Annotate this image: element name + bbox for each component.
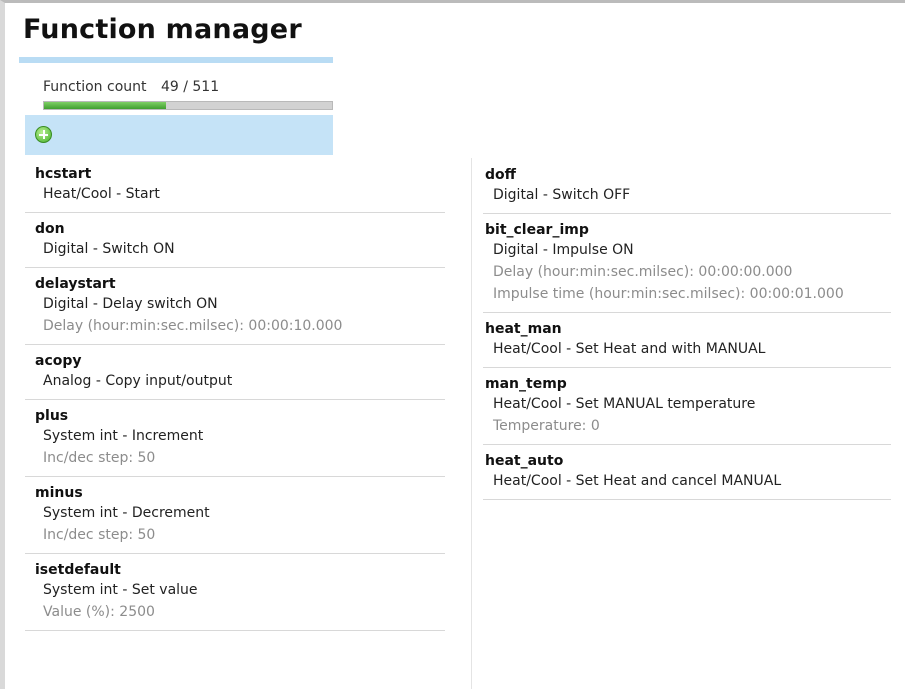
function-list-right: doff Digital - Switch OFF bit_clear_imp Dig… — [483, 159, 893, 500]
toolbar — [25, 115, 333, 155]
function-description: Digital - Delay switch ON — [43, 296, 218, 312]
function-name: acopy — [35, 353, 82, 369]
function-count: Function count 49 / 511 — [43, 79, 219, 95]
title-underline — [19, 57, 333, 63]
function-name: hcstart — [35, 166, 92, 182]
function-parameter: Temperature: 0 — [493, 418, 600, 434]
function-description: Analog - Copy input/output — [43, 373, 233, 389]
header: Function manager — [19, 13, 339, 63]
function-count-value: 49 / 511 — [160, 79, 220, 95]
function-item-don[interactable]: don Digital - Switch ON — [25, 213, 445, 268]
function-item-hcstart[interactable]: hcstart Heat/Cool - Start — [25, 158, 445, 213]
function-name: delaystart — [35, 276, 116, 292]
function-name: minus — [35, 485, 83, 501]
function-name: man_temp — [485, 376, 567, 392]
function-description: Heat/Cool - Set MANUAL temperature — [493, 396, 756, 412]
function-item-minus[interactable]: minus System int - Decrement Inc/dec step:… — [25, 477, 445, 554]
function-item-isetdefault[interactable]: isetdefault System int - Set value Value (… — [25, 554, 445, 631]
function-count-label: Function count — [43, 79, 147, 95]
function-description: System int - Increment — [43, 428, 204, 444]
function-name: isetdefault — [35, 562, 121, 578]
function-manager-window: Function manager Function count 49 / 511… — [0, 0, 905, 689]
function-name: plus — [35, 408, 69, 424]
function-count-progress-bar — [43, 101, 333, 110]
function-name: heat_man — [485, 321, 562, 337]
function-name: doff — [485, 167, 516, 183]
function-item-heat_man[interactable]: heat_man Heat/Cool - Set Heat and with MA… — [483, 313, 891, 368]
function-item-heat_auto[interactable]: heat_auto Heat/Cool - Set Heat and cancel… — [483, 445, 891, 500]
function-parameter: Delay (hour:min:sec.milsec): 00:00:00.00… — [493, 264, 793, 280]
function-item-delaystart[interactable]: delaystart Digital - Delay switch ON Delay… — [25, 268, 445, 345]
function-description: Digital - Switch ON — [43, 241, 175, 257]
function-description: Digital - Switch OFF — [493, 187, 631, 203]
function-name: heat_auto — [485, 453, 564, 469]
add-circle-icon[interactable] — [35, 126, 52, 143]
function-item-bit_clear_imp[interactable]: bit_clear_imp Digital - Impulse ON Delay (… — [483, 214, 891, 313]
function-description: Heat/Cool - Set Heat and cancel MANUAL — [493, 473, 782, 489]
function-list-left: hcstart Heat/Cool - Start don Digital - Swi… — [25, 158, 472, 689]
function-description: System int - Decrement — [43, 505, 210, 521]
function-description: Heat/Cool - Start — [43, 186, 160, 202]
function-parameter: Inc/dec step: 50 — [43, 450, 156, 466]
function-item-man_temp[interactable]: man_temp Heat/Cool - Set MANUAL temperatu… — [483, 368, 891, 445]
function-description: Digital - Impulse ON — [493, 242, 634, 258]
function-parameter: Delay (hour:min:sec.milsec): 00:00:10.00… — [43, 318, 343, 334]
function-name: bit_clear_imp — [485, 222, 589, 238]
function-item-doff[interactable]: doff Digital - Switch OFF — [483, 159, 891, 214]
function-item-plus[interactable]: plus System int - Increment Inc/dec step: … — [25, 400, 445, 477]
function-name: don — [35, 221, 65, 237]
function-description: System int - Set value — [43, 582, 198, 598]
page-title: Function manager — [23, 14, 302, 45]
function-item-acopy[interactable]: acopy Analog - Copy input/output — [25, 345, 445, 400]
progress-fill — [44, 102, 166, 109]
function-parameter: Impulse time (hour:min:sec.milsec): 00:0… — [493, 286, 844, 302]
function-parameter: Inc/dec step: 50 — [43, 527, 156, 543]
function-description: Heat/Cool - Set Heat and with MANUAL — [493, 341, 766, 357]
function-parameter: Value (%): 2500 — [43, 604, 155, 620]
